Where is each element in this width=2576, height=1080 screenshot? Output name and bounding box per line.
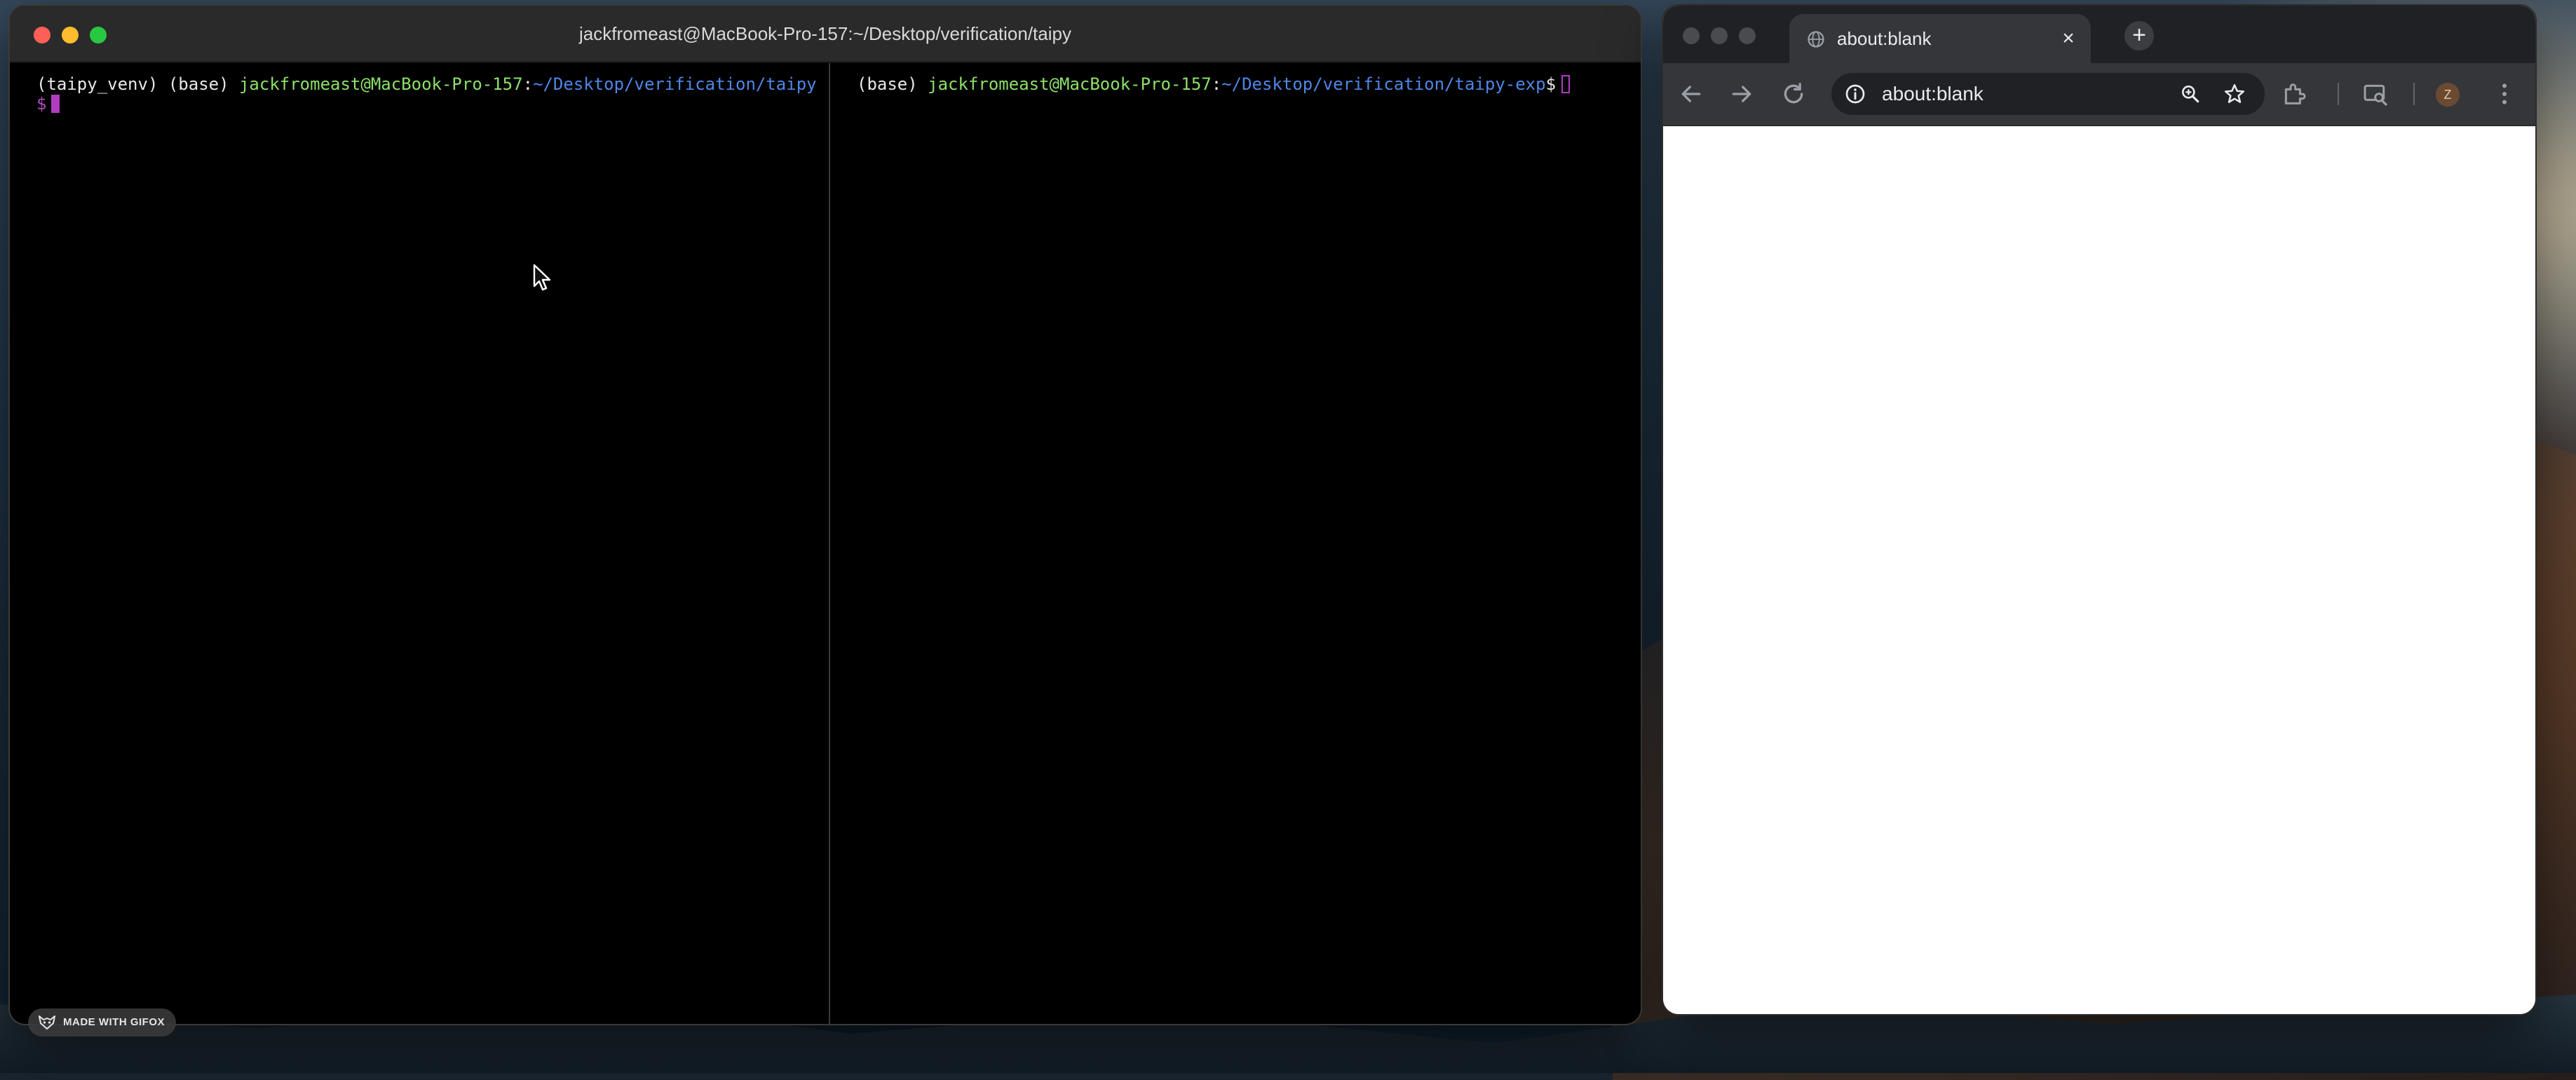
- menu-icon[interactable]: [2490, 80, 2519, 108]
- venv-prefix: (taipy_venv) (base): [36, 74, 239, 94]
- user-host: jackfromeast@MacBook-Pro-157: [238, 74, 523, 94]
- gifox-badge: MADE WITH GIFOX: [28, 1008, 176, 1037]
- plus-icon: +: [2132, 22, 2146, 48]
- colon: :: [1211, 74, 1222, 94]
- browser-toolbar: about:blank Z: [1663, 63, 2535, 126]
- tab-title: about:blank: [1837, 28, 1932, 49]
- profile-avatar[interactable]: Z: [2436, 83, 2460, 107]
- prompt-input-line[interactable]: $: [36, 94, 60, 114]
- info-icon[interactable]: [1844, 83, 1866, 105]
- globe-icon: [1808, 31, 1824, 48]
- text-cursor: [50, 95, 60, 113]
- address-bar[interactable]: about:blank: [1831, 73, 2265, 115]
- env-prefix: (base): [857, 74, 928, 94]
- tab-about-blank[interactable]: about:blank ×: [1789, 14, 2091, 63]
- extensions-icon[interactable]: [2280, 80, 2308, 108]
- toolbar-separator: [2413, 83, 2415, 105]
- working-directory: ~/Desktop/verification/taipy-exp: [1221, 74, 1546, 94]
- terminal-pane-left[interactable]: (taipy_venv) (base) jackfromeast@MacBook…: [10, 63, 829, 1024]
- browser-tabstrip[interactable]: about:blank × +: [1663, 6, 2535, 63]
- user-host: jackfromeast@MacBook-Pro-157: [928, 74, 1212, 94]
- close-icon[interactable]: ×: [2059, 28, 2078, 49]
- close-window-button[interactable]: [1683, 27, 1700, 44]
- prompt-line: (taipy_venv) (base) jackfromeast@MacBook…: [36, 74, 817, 94]
- terminal-pane-right[interactable]: (base) jackfromeast@MacBook-Pro-157:~/De…: [830, 63, 1641, 1024]
- gifox-badge-label: MADE WITH GIFOX: [63, 1016, 165, 1028]
- star-icon[interactable]: [2223, 82, 2246, 106]
- back-icon[interactable]: [1677, 80, 1705, 108]
- browser-window[interactable]: about:blank × + about:blank Z: [1663, 6, 2535, 1014]
- colon: :: [522, 74, 534, 94]
- maximize-window-button[interactable]: [1739, 27, 1756, 44]
- forward-icon[interactable]: [1728, 80, 1756, 108]
- terminal-title: jackfromeast@MacBook-Pro-157:~/Desktop/v…: [579, 23, 1071, 44]
- browser-page-content[interactable]: [1663, 126, 2535, 1014]
- prompt-line[interactable]: (base) jackfromeast@MacBook-Pro-157:~/De…: [857, 74, 1571, 94]
- toolbar-separator: [2338, 83, 2339, 105]
- text-cursor: [1561, 75, 1571, 93]
- terminal-titlebar[interactable]: jackfromeast@MacBook-Pro-157:~/Desktop/v…: [10, 6, 1641, 63]
- terminal-window[interactable]: jackfromeast@MacBook-Pro-157:~/Desktop/v…: [10, 6, 1641, 1024]
- mouse-pointer-icon: [533, 264, 551, 291]
- tab-search-icon[interactable]: [2361, 80, 2389, 108]
- fox-logo-icon: [39, 1015, 55, 1030]
- working-directory: ~/Desktop/verification/taipy: [533, 74, 817, 94]
- new-tab-button[interactable]: +: [2124, 21, 2154, 50]
- reload-icon[interactable]: [1780, 80, 1808, 108]
- zoom-icon[interactable]: [2179, 83, 2202, 105]
- minimize-window-button[interactable]: [1711, 27, 1728, 44]
- address-bar-url[interactable]: about:blank: [1882, 73, 1984, 115]
